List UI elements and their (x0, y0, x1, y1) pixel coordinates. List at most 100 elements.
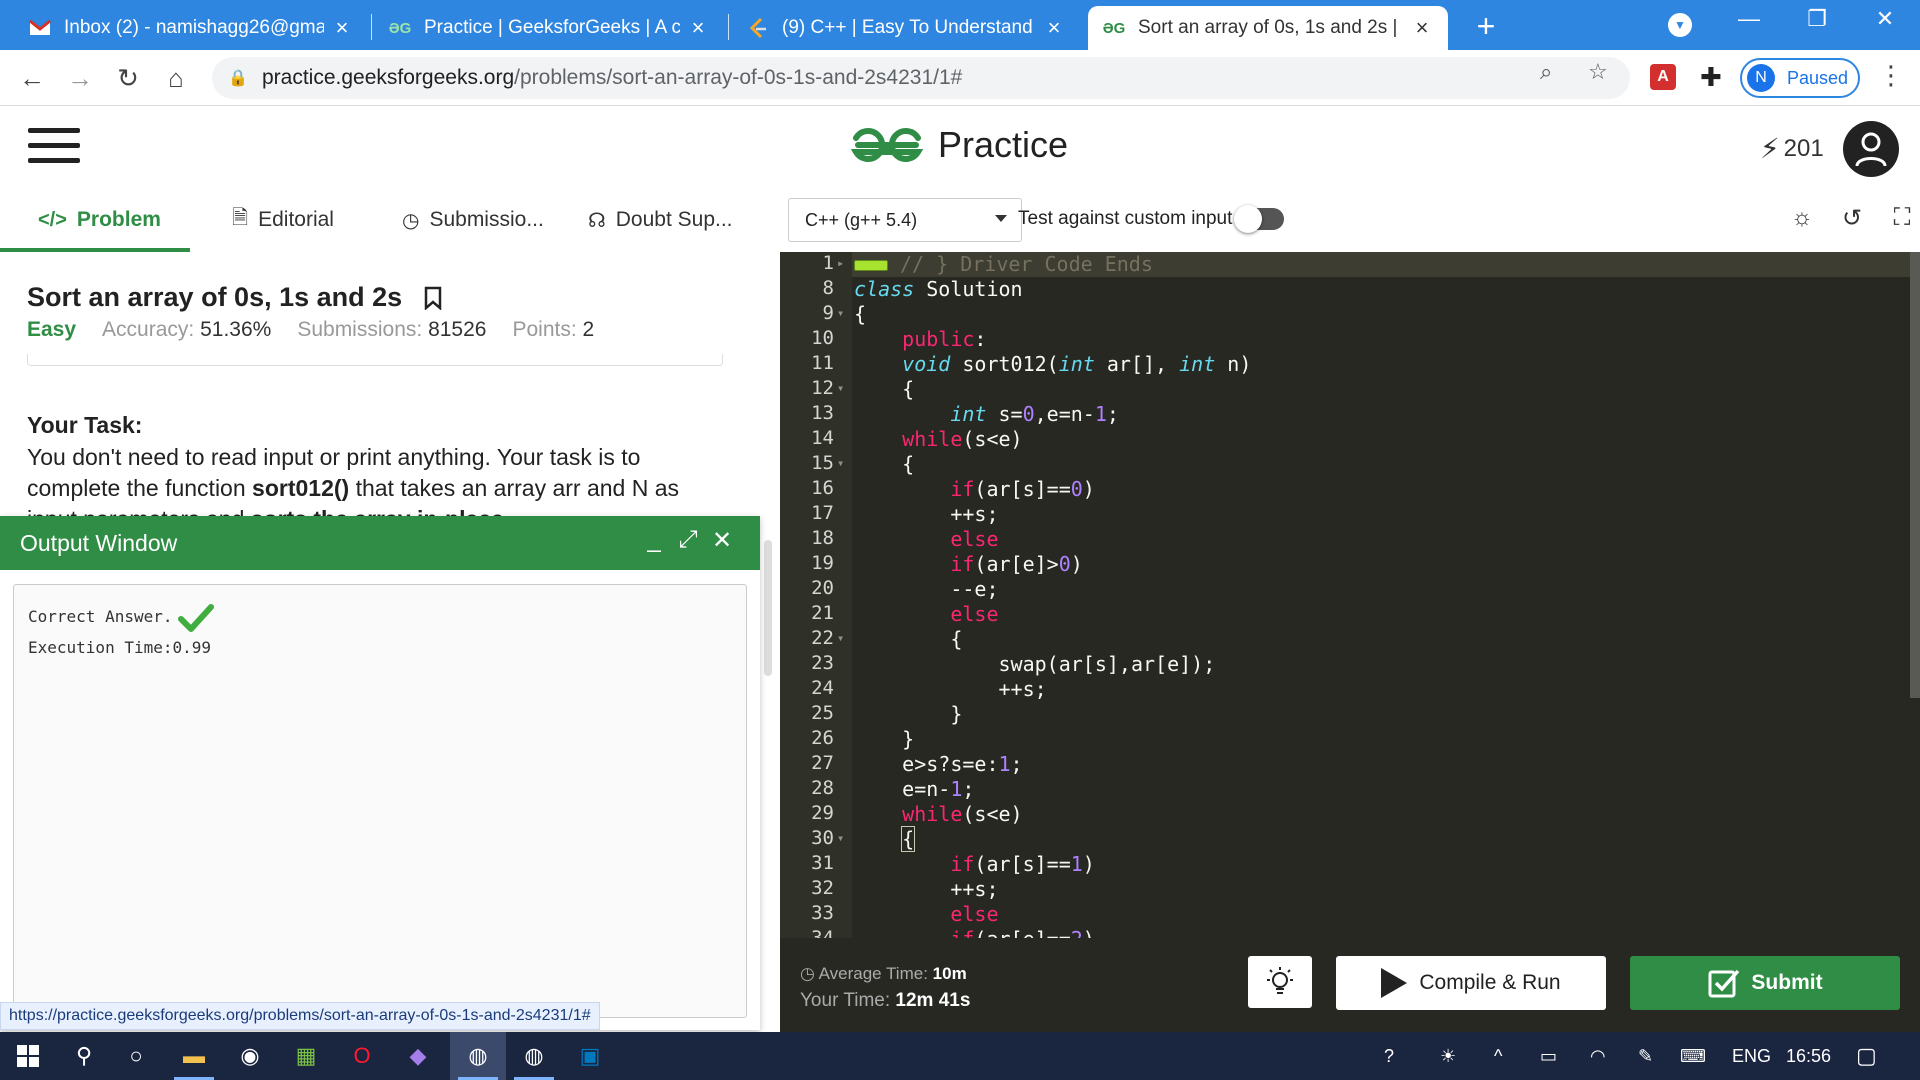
custom-input-toggle[interactable] (1234, 205, 1284, 233)
line-number: 29 (811, 802, 834, 824)
line-number: 20 (811, 577, 834, 599)
expand-icon[interactable]: ⤢ (674, 526, 702, 554)
line-number: 28 (811, 777, 834, 799)
close-icon[interactable]: × (686, 15, 710, 41)
code-line: { (854, 627, 963, 651)
browser-tab-leetcode[interactable]: (9) C++ | Easy To Understand | single pa… (732, 6, 1080, 50)
close-icon[interactable]: × (1410, 15, 1434, 41)
restore-icon[interactable]: ❐ (1802, 6, 1832, 32)
visual-studio-icon[interactable]: ◆ (390, 1032, 446, 1080)
chrome-menu-icon[interactable]: ⋮ (1878, 60, 1904, 91)
language-select[interactable]: C++ (g++ 5.4) (788, 198, 1022, 242)
minimize-icon[interactable]: — (1734, 6, 1764, 32)
tab-doubt-support[interactable]: ☊ Doubt Sup... (588, 188, 733, 252)
microsoft-store-icon[interactable]: ▦ (278, 1032, 334, 1080)
theme-sun-icon[interactable]: ☼ (1786, 202, 1818, 234)
notifications-icon[interactable]: ▢ (1856, 1032, 1877, 1080)
keyboard-icon[interactable]: ⌨ (1680, 1032, 1706, 1080)
zoom-icon[interactable]: ⌕ (1540, 59, 1552, 85)
streak-counter[interactable]: ⚡ 201 (1760, 132, 1824, 165)
chevron-down-icon (995, 215, 1007, 222)
browser-tab-gmail[interactable]: Inbox (2) - namishagg26@gmail.com × (14, 6, 368, 50)
editor-scrollbar[interactable] (1910, 252, 1920, 698)
address-bar[interactable]: 🔒 practice.geeksforgeeks.org/problems/so… (212, 57, 1630, 99)
submit-button[interactable]: Submit (1630, 956, 1900, 1010)
code-line: while(s<e) (902, 802, 1023, 826)
browser-tab-practice[interactable]: ƏG Practice | GeeksforGeeks | A computer… (374, 6, 724, 50)
language-indicator[interactable]: ENG (1732, 1032, 1771, 1080)
fold-toggle-icon[interactable]: ▸ (837, 256, 844, 270)
help-icon[interactable]: ? (1384, 1032, 1394, 1080)
weather-icon[interactable]: ☀ (1440, 1032, 1456, 1080)
forward-icon[interactable]: → (62, 60, 98, 96)
line-number: 17 (811, 502, 834, 524)
submissions-value: 81526 (428, 318, 487, 341)
opera-icon[interactable]: O (334, 1032, 390, 1080)
new-tab-button[interactable]: + (1468, 8, 1504, 44)
bookmark-icon[interactable] (424, 286, 442, 310)
code-line: if(ar[s]==1) (950, 852, 1095, 876)
reset-code-icon[interactable]: ↺ (1836, 202, 1868, 234)
minimize-icon[interactable]: _ (640, 526, 668, 554)
tab-submissions[interactable]: ◷ Submissio... (402, 188, 544, 252)
fold-marker-icon[interactable] (854, 260, 888, 271)
fold-toggle-icon[interactable]: ▾ (837, 381, 844, 395)
profile-status: Paused (1787, 67, 1849, 88)
hamburger-menu-icon[interactable] (28, 128, 80, 164)
user-avatar[interactable] (1843, 121, 1899, 177)
line-number: 19 (811, 552, 834, 574)
window-close-icon[interactable]: ✕ (1870, 6, 1900, 32)
line-number: 1 (822, 252, 834, 274)
profile-button[interactable]: N Paused (1740, 58, 1860, 98)
code-line: } (854, 727, 915, 751)
line-number: 15 (811, 452, 834, 474)
pdf-extension-icon[interactable]: A (1650, 64, 1676, 90)
chevron-up-icon[interactable]: ^ (1494, 1032, 1502, 1080)
reload-icon[interactable]: ↻ (110, 60, 146, 96)
code-line: public: (902, 327, 987, 351)
compile-run-button[interactable]: Compile & Run (1336, 956, 1606, 1010)
fullscreen-icon[interactable]: ⛶ (1886, 202, 1918, 234)
fold-toggle-icon[interactable]: ▾ (837, 831, 844, 845)
battery-icon[interactable]: ▭ (1540, 1032, 1557, 1080)
tab-problem[interactable]: </> Problem (38, 188, 161, 252)
problem-meta: Easy Accuracy: 51.36% Submissions: 81526… (27, 318, 595, 341)
fold-toggle-icon[interactable]: ▾ (837, 456, 844, 470)
line-number: 31 (811, 852, 834, 874)
cortana-icon[interactable]: ○ (108, 1032, 164, 1080)
problem-title: Sort an array of 0s, 1s and 2s (27, 282, 442, 313)
line-number: 27 (811, 752, 834, 774)
profile-avatar: N (1747, 64, 1775, 92)
hint-button[interactable] (1248, 956, 1312, 1008)
clock[interactable]: 16:56 (1786, 1032, 1831, 1080)
brand-logo[interactable]: Practice (850, 124, 1068, 166)
browser-tab-active[interactable]: ƏG Sort an array of 0s, 1s and 2s | Prac… (1088, 6, 1448, 50)
bookmark-star-icon[interactable]: ☆ (1588, 59, 1608, 85)
your-time: Your Time: 12m 41s (800, 990, 971, 1011)
code-editor[interactable]: 1 ▸ 8 9 ▾ 10 11 12 ▾ 13 14 15 ▾ 16 17 18 19 20 21 22 ▾ 23 24 25… (780, 252, 1920, 938)
tab-editorial[interactable]: 🗎 Editorial (232, 188, 334, 252)
extensions-puzzle-icon[interactable]: ✚ (1700, 62, 1722, 93)
wifi-icon[interactable]: ◠ (1590, 1032, 1606, 1080)
fold-toggle-icon[interactable]: ▾ (837, 306, 844, 320)
home-icon[interactable]: ⌂ (158, 60, 194, 96)
code-line: e=n-1; (854, 777, 975, 801)
close-icon[interactable]: × (330, 15, 354, 41)
search-icon[interactable]: ⚲ (56, 1032, 112, 1080)
gfg-icon: ƏG (388, 19, 412, 37)
pen-icon[interactable]: ✎ (1638, 1032, 1653, 1080)
chrome-profile-icon[interactable]: ◍ (506, 1032, 562, 1080)
back-icon[interactable]: ← (14, 60, 50, 96)
close-icon[interactable]: × (1042, 15, 1066, 41)
close-icon[interactable]: ✕ (708, 526, 736, 555)
chrome-icon[interactable]: ◍ (450, 1032, 506, 1080)
file-explorer-icon[interactable]: ▬ (166, 1032, 222, 1080)
url-path: /problems/sort-an-array-of-0s-1s-and-2s4… (514, 66, 963, 89)
problem-scrollbar[interactable] (764, 540, 772, 676)
windows-start-icon[interactable] (0, 1032, 56, 1080)
fold-toggle-icon[interactable]: ▾ (837, 631, 844, 645)
tab-search-icon[interactable]: ▼ (1668, 13, 1692, 37)
media-player-icon[interactable]: ◉ (222, 1032, 278, 1080)
trello-icon[interactable]: ▣ (562, 1032, 618, 1080)
task-heading: Your Task: (27, 412, 143, 438)
